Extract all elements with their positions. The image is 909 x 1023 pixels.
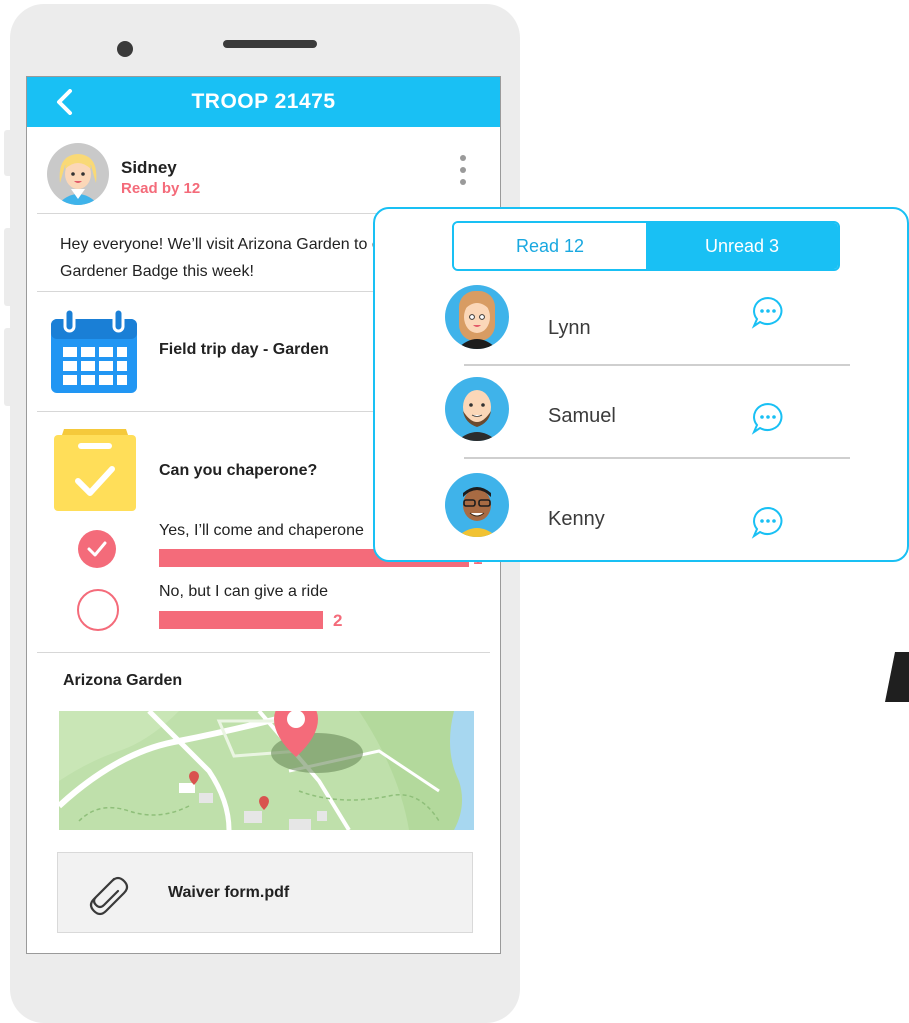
divider <box>464 457 850 459</box>
list-item[interactable]: Lynn <box>375 279 907 369</box>
poll-option-1-label[interactable]: Yes, I’ll come and chaperone <box>159 522 364 540</box>
poll-option-2-count: 2 <box>333 611 343 630</box>
calendar-icon <box>51 309 137 393</box>
poll-option-2-radio[interactable] <box>77 589 119 631</box>
speaker-slot <box>223 40 317 48</box>
side-button-volume-down <box>4 228 14 306</box>
poll-option-2-label[interactable]: No, but I can give a ride <box>159 583 328 601</box>
reader-name: Kenny <box>548 508 605 530</box>
reader-name: Samuel <box>548 405 616 427</box>
list-item[interactable]: Samuel <box>375 367 907 457</box>
event-title[interactable]: Field trip day - Garden <box>159 341 329 359</box>
poll-question: Can you chaperone? <box>159 462 318 479</box>
tab-unread[interactable]: Unread 3 <box>646 223 838 269</box>
camera-dot <box>117 41 133 57</box>
divider <box>37 652 490 653</box>
chat-bubble-icon[interactable] <box>751 505 785 539</box>
avatar <box>445 377 509 441</box>
avatar <box>445 473 509 537</box>
read-receipts-popup: Read 12 Unread 3 Lynn Samuel Kenny <box>373 207 909 562</box>
chat-bubble-icon[interactable] <box>751 401 785 435</box>
chat-bubble-icon[interactable] <box>751 295 785 329</box>
decorative-shape <box>885 652 909 702</box>
attachment-name: Waiver form.pdf <box>168 884 290 901</box>
read-by-link[interactable]: Read by 12 <box>121 180 200 197</box>
sender-name: Sidney <box>121 158 177 177</box>
attachment-file[interactable]: Waiver form.pdf <box>57 852 473 933</box>
avatar <box>445 285 509 349</box>
poll-ballot-box-icon <box>54 429 136 511</box>
app-header: TROOP 21475 <box>27 77 500 127</box>
checkmark-icon <box>87 541 107 557</box>
read-status-tabs: Read 12 Unread 3 <box>452 221 840 271</box>
more-options-icon[interactable] <box>455 155 471 193</box>
sender-avatar[interactable] <box>47 143 109 205</box>
page-title: TROOP 21475 <box>191 90 336 113</box>
location-map[interactable] <box>59 711 474 830</box>
reader-name: Lynn <box>548 317 591 339</box>
poll-option-2-bar <box>159 611 323 629</box>
divider <box>464 364 850 366</box>
tab-read[interactable]: Read 12 <box>454 223 646 269</box>
poll-option-1-checkbox-checked[interactable] <box>78 530 116 568</box>
side-button-power <box>4 328 14 406</box>
paperclip-icon <box>89 876 129 916</box>
location-title: Arizona Garden <box>63 672 183 689</box>
list-item[interactable]: Kenny <box>375 461 907 551</box>
side-button-volume-up <box>4 130 14 176</box>
